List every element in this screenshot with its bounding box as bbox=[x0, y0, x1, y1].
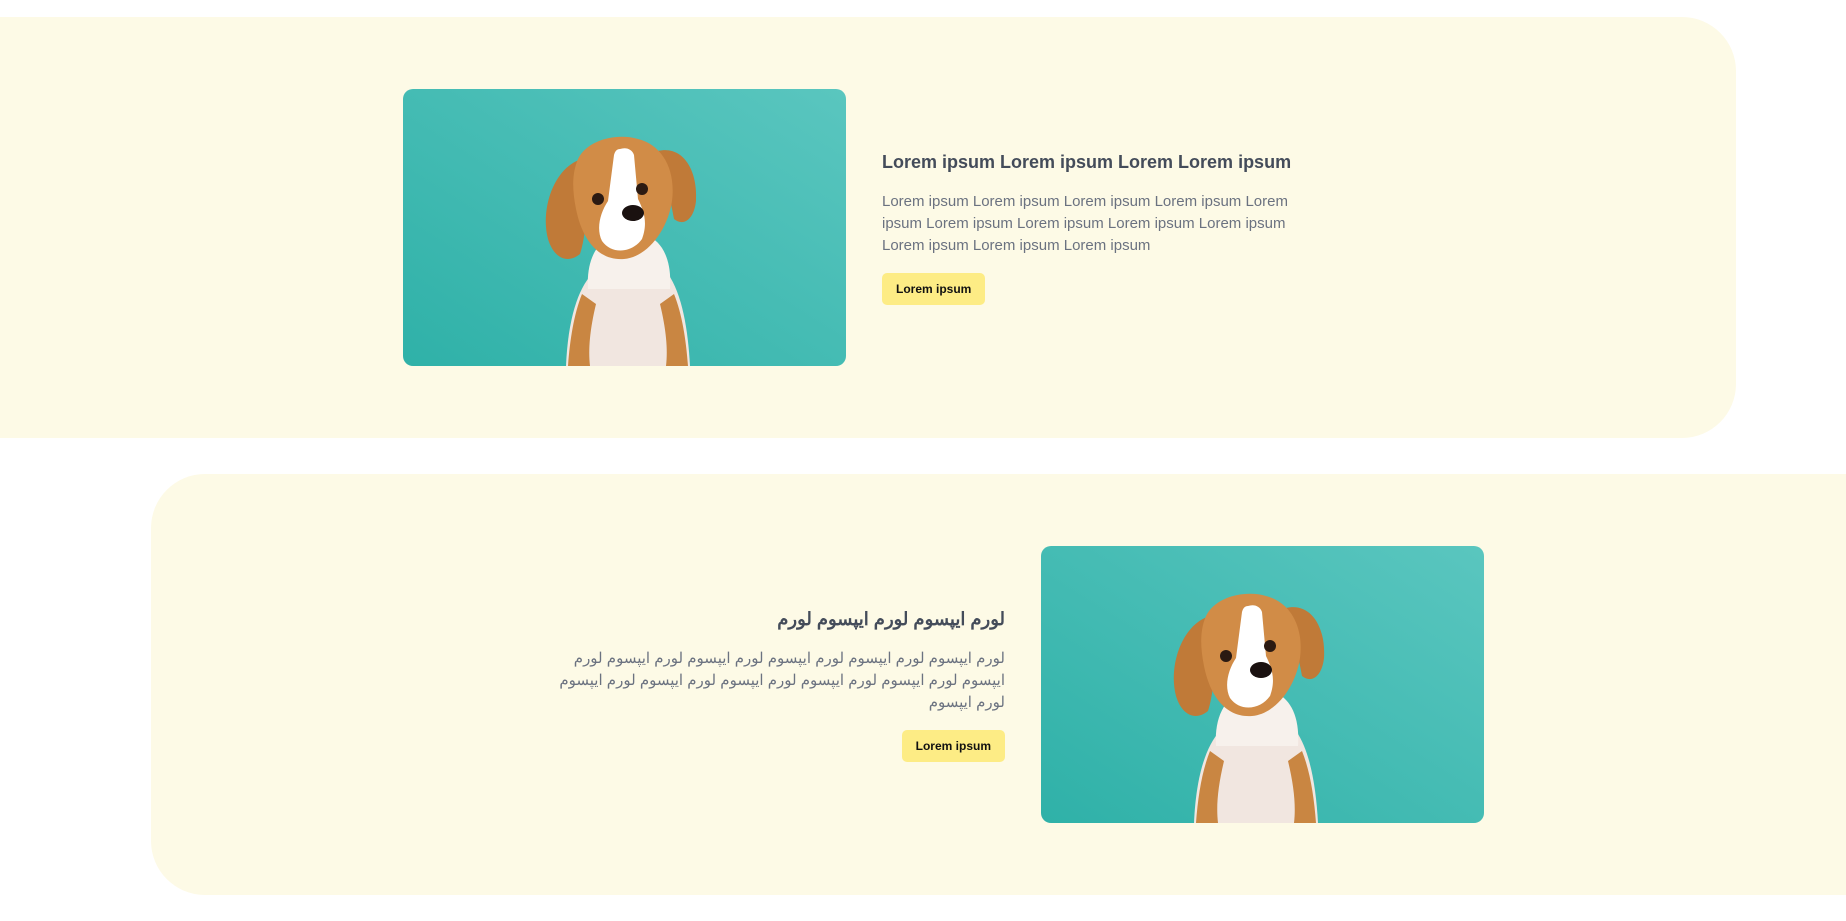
cta-button[interactable]: Lorem ipsum bbox=[882, 273, 986, 305]
feature-section-ltr bbox=[0, 17, 1736, 438]
section-title: Lorem ipsum Lorem ipsum Lorem Lorem ipsu… bbox=[882, 152, 1292, 172]
section-title: لورم ایپسوم لورم ایپسوم لورم bbox=[777, 609, 1005, 629]
puppy-photo bbox=[1041, 546, 1484, 823]
puppy-photo bbox=[403, 89, 846, 366]
section-description: لورم ایپسوم لورم ایپسوم لورم ایپسوم لورم… bbox=[559, 650, 1005, 711]
feature-content-ltr: Lorem ipsum Lorem ipsum Lorem Lorem ipsu… bbox=[882, 151, 1332, 305]
section-description: Lorem ipsum Lorem ipsum Lorem ipsum Lore… bbox=[882, 193, 1288, 254]
feature-content-rtl: لورم ایپسوم لورم ایپسوم لورم لورم ایپسوم… bbox=[555, 608, 1005, 762]
cta-button[interactable]: Lorem ipsum bbox=[901, 730, 1005, 762]
